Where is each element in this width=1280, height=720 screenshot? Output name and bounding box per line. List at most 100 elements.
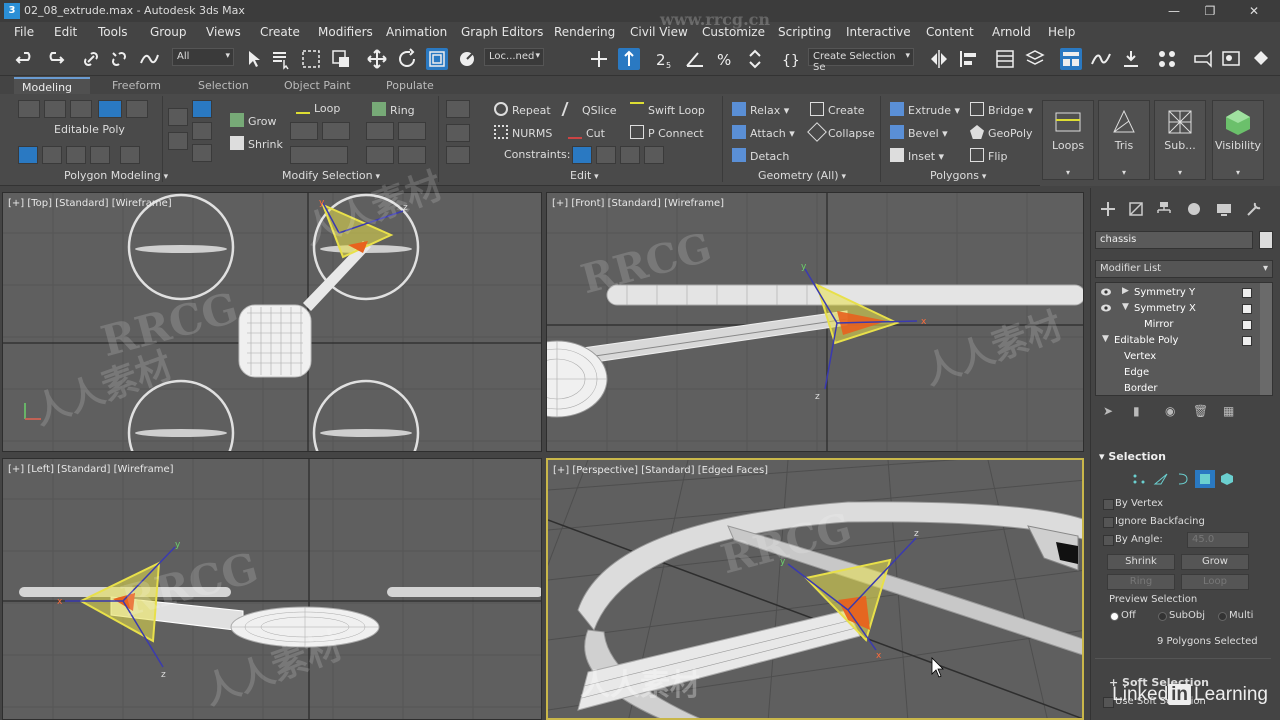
inset-button[interactable]: Inset ▾ — [890, 148, 944, 163]
menu-edit[interactable]: Edit — [54, 25, 77, 39]
render-production-icon[interactable] — [1250, 48, 1272, 70]
collapse-button[interactable]: Collapse — [807, 122, 875, 142]
preview-off-radio[interactable]: Off — [1110, 610, 1136, 621]
angle-snap-icon[interactable] — [684, 48, 706, 70]
polygons-title[interactable]: Polygons — [930, 169, 986, 182]
grow-button[interactable]: Grow — [230, 113, 277, 128]
mod-sel-1-icon[interactable] — [168, 108, 188, 126]
loop-shrink-icon[interactable] — [322, 122, 350, 140]
rotate-icon[interactable] — [396, 48, 418, 70]
bevel-button[interactable]: Bevel ▾ — [890, 125, 948, 140]
stack-item-edge[interactable]: Edge — [1096, 365, 1256, 381]
viewport-perspective[interactable]: [+] [Perspective] [Standard] [Edged Face… — [546, 458, 1084, 720]
tab-modeling[interactable]: Modeling — [14, 77, 90, 94]
object-color-swatch[interactable] — [1259, 231, 1273, 249]
select-by-name-icon[interactable] — [270, 48, 292, 70]
edit-tool-1-icon[interactable] — [446, 100, 470, 118]
constraint-none-icon[interactable] — [572, 146, 592, 164]
ring-grow-icon[interactable] — [366, 122, 394, 140]
sub-object-icon[interactable] — [42, 146, 62, 164]
configure-modifier-sets-icon[interactable]: ▦ — [1223, 404, 1237, 418]
menu-customize[interactable]: Customize — [702, 25, 765, 39]
selection-filter-dropdown[interactable]: All — [172, 48, 234, 66]
modifier-list-dropdown[interactable]: Modifier List — [1095, 260, 1273, 278]
by-vertex-checkbox[interactable]: By Vertex — [1102, 498, 1163, 510]
extrude-button[interactable]: Extrude ▾ — [890, 102, 960, 117]
sel-polygon-icon[interactable] — [1195, 470, 1215, 488]
preview-subobj-radio[interactable]: SubObj — [1157, 610, 1205, 621]
mirror-icon[interactable] — [928, 48, 950, 70]
sel-vertex-icon[interactable] — [1129, 470, 1149, 488]
menu-animation[interactable]: Animation — [386, 25, 447, 39]
make-unique-icon[interactable]: ◉ — [1165, 404, 1179, 418]
place-icon[interactable] — [456, 48, 478, 70]
reference-coordinate-dropdown[interactable]: Loc...ned — [484, 48, 544, 66]
modify-selection-title[interactable]: Modify Selection — [282, 169, 380, 182]
redo-icon[interactable] — [44, 48, 66, 70]
sel-element-icon[interactable] — [1217, 470, 1237, 488]
move-icon[interactable] — [366, 48, 388, 70]
window-crossing-icon[interactable] — [330, 48, 352, 70]
attach-button[interactable]: Attach ▾ — [732, 125, 795, 140]
qslice-button[interactable]: QSlice — [561, 102, 617, 117]
material-editor-icon[interactable] — [1156, 48, 1178, 70]
layer-explorer-icon[interactable] — [1024, 48, 1046, 70]
ring-mode-icon[interactable] — [366, 146, 394, 164]
sel-border-icon[interactable] — [1173, 470, 1193, 488]
visibility-button[interactable]: Visibility ▾ — [1212, 100, 1264, 180]
menu-interactive[interactable]: Interactive — [846, 25, 911, 39]
viewport-perspective-label[interactable]: [+] [Perspective] [Standard] [Edged Face… — [553, 465, 768, 476]
detach-button[interactable]: Detach — [732, 148, 789, 163]
menu-modifiers[interactable]: Modifiers — [318, 25, 373, 39]
tris-button[interactable]: Tris ▾ — [1098, 100, 1150, 180]
select-object-icon[interactable] — [244, 48, 266, 70]
display-tab-icon[interactable] — [1213, 198, 1235, 220]
menu-create[interactable]: Create — [260, 25, 300, 39]
loops-button[interactable]: Loops ▾ — [1042, 100, 1094, 180]
viewport-top[interactable]: [+] [Top] [Standard] [Wireframe] y z — [2, 192, 542, 452]
viewport-left-label[interactable]: [+] [Left] [Standard] [Wireframe] — [8, 464, 174, 475]
viewport-front[interactable]: [+] [Front] [Standard] [Wireframe] y x z — [546, 192, 1084, 452]
percent-snap-icon[interactable]: % — [714, 48, 736, 70]
vertex-mode-icon[interactable] — [18, 100, 40, 118]
bind-space-warp-icon[interactable] — [138, 48, 160, 70]
preview-selection-icon[interactable] — [120, 146, 140, 164]
curve-editor-icon[interactable] — [1090, 48, 1112, 70]
ignore-backfacing-checkbox[interactable]: Ignore Backfacing — [1103, 516, 1205, 528]
constraint-face-icon[interactable] — [620, 146, 640, 164]
sel-edge-icon[interactable] — [1151, 470, 1171, 488]
stack-item-symmetry-y[interactable]: ▶ Symmetry Y — [1096, 285, 1256, 301]
modify-tab-icon[interactable] — [1125, 198, 1147, 220]
collapse-stack-icon[interactable] — [90, 146, 110, 164]
snap-toggle-icon[interactable]: 25 — [654, 48, 676, 70]
render-setup-icon[interactable] — [1192, 48, 1214, 70]
geometry-title[interactable]: Geometry (All) — [758, 169, 846, 182]
polygon-mode-icon[interactable] — [98, 100, 122, 118]
select-manipulate-icon[interactable] — [618, 48, 640, 70]
loop-grow-icon[interactable] — [290, 122, 318, 140]
mod-sel-2-icon[interactable] — [192, 100, 212, 118]
scale-icon[interactable] — [426, 48, 448, 70]
loop-button[interactable]: Loop — [296, 102, 340, 115]
align-icon[interactable] — [958, 48, 980, 70]
p-connect-button[interactable]: P Connect — [630, 125, 704, 140]
constraint-edge-icon[interactable] — [596, 146, 616, 164]
viewport-front-label[interactable]: [+] [Front] [Standard] [Wireframe] — [552, 198, 724, 209]
menu-tools[interactable]: Tools — [98, 25, 128, 39]
link-icon[interactable] — [80, 48, 102, 70]
by-angle-spinner[interactable]: 45.0 — [1187, 532, 1249, 548]
named-selection-set-dropdown[interactable]: Create Selection Se — [808, 48, 914, 73]
utilities-tab-icon[interactable] — [1243, 198, 1265, 220]
edit-named-selection-icon[interactable]: {} — [780, 48, 802, 70]
menu-help[interactable]: Help — [1048, 25, 1075, 39]
menu-file[interactable]: File — [14, 25, 34, 39]
menu-views[interactable]: Views — [206, 25, 241, 39]
rectangle-selection-icon[interactable] — [300, 48, 322, 70]
border-mode-icon[interactable] — [70, 100, 92, 118]
spinner-snap-icon[interactable] — [744, 48, 766, 70]
mod-sel-5-icon[interactable] — [192, 144, 212, 162]
geopoly-button[interactable]: GeoPoly — [970, 125, 1033, 140]
repeat-button[interactable]: Repeat — [494, 102, 551, 117]
tab-freeform[interactable]: Freeform — [104, 77, 169, 94]
loop-mode-icon[interactable] — [290, 146, 348, 164]
